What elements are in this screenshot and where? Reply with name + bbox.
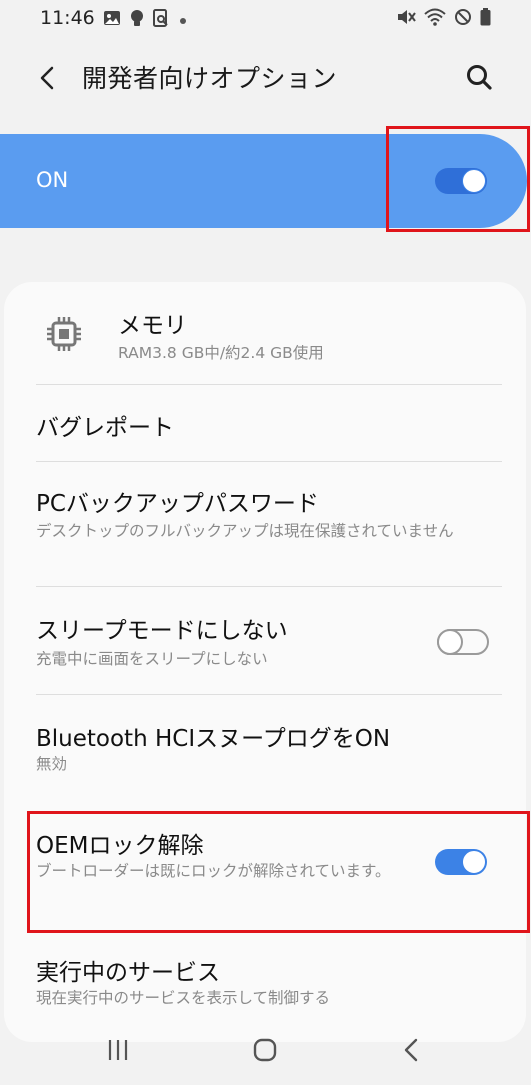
toggle-knob	[437, 629, 463, 655]
page-title: 開発者向けオプション	[82, 64, 338, 93]
memory-title: メモリ	[118, 313, 187, 339]
list-item-pc-backup-password[interactable]: PCバックアップパスワード デスクトップのフルバックアップは現在保護されていませ…	[4, 462, 526, 586]
do-not-disturb-icon	[454, 8, 472, 30]
master-switch-label: ON	[36, 168, 69, 192]
status-bar: 11:46	[0, 0, 531, 36]
memory-chip-icon	[44, 314, 84, 358]
bluetooth-hci-subtitle: 無効	[36, 755, 68, 773]
back-arrow-icon[interactable]	[30, 60, 66, 96]
bug-report-title: バグレポート	[36, 415, 174, 441]
stay-awake-toggle[interactable]	[437, 629, 489, 655]
highlight-box-master-toggle	[386, 126, 530, 232]
highlight-box-oem-unlock	[27, 811, 530, 933]
list-item-bluetooth-hci-snoop[interactable]: Bluetooth HCIスヌープログをON 無効	[4, 695, 526, 807]
lightbulb-icon	[130, 9, 144, 31]
stay-awake-subtitle: 充電中に画面をスリープにしない	[36, 650, 268, 668]
back-nav-icon[interactable]	[400, 1037, 424, 1067]
pc-backup-title: PCバックアップパスワード	[36, 491, 319, 517]
running-services-subtitle: 現在実行中のサービスを表示して制御する	[36, 989, 331, 1007]
recent-apps-icon[interactable]	[106, 1037, 130, 1067]
memory-subtitle: RAM3.8 GB中/約2.4 GB使用	[118, 344, 324, 362]
gallery-icon	[103, 10, 121, 30]
home-icon[interactable]	[252, 1037, 278, 1067]
document-search-icon	[153, 9, 169, 31]
wifi-icon	[424, 8, 446, 30]
search-icon[interactable]	[463, 61, 497, 95]
status-time: 11:46	[40, 7, 95, 29]
mute-icon	[396, 8, 416, 30]
list-item-memory[interactable]: メモリ RAM3.8 GB中/約2.4 GB使用	[4, 282, 526, 384]
pc-backup-subtitle: デスクトップのフルバックアップは現在保護されていません	[36, 522, 454, 540]
list-item-bug-report[interactable]: バグレポート	[4, 385, 526, 461]
dot-icon	[178, 11, 188, 30]
running-services-title: 実行中のサービス	[36, 960, 220, 986]
list-item-stay-awake[interactable]: スリープモードにしない 充電中に画面をスリープにしない	[4, 587, 526, 694]
stay-awake-title: スリープモードにしない	[36, 618, 288, 644]
battery-icon	[480, 8, 491, 30]
app-bar: 開発者向けオプション	[0, 48, 531, 108]
navigation-bar	[0, 1015, 531, 1085]
bluetooth-hci-title: Bluetooth HCIスヌープログをON	[36, 726, 391, 752]
